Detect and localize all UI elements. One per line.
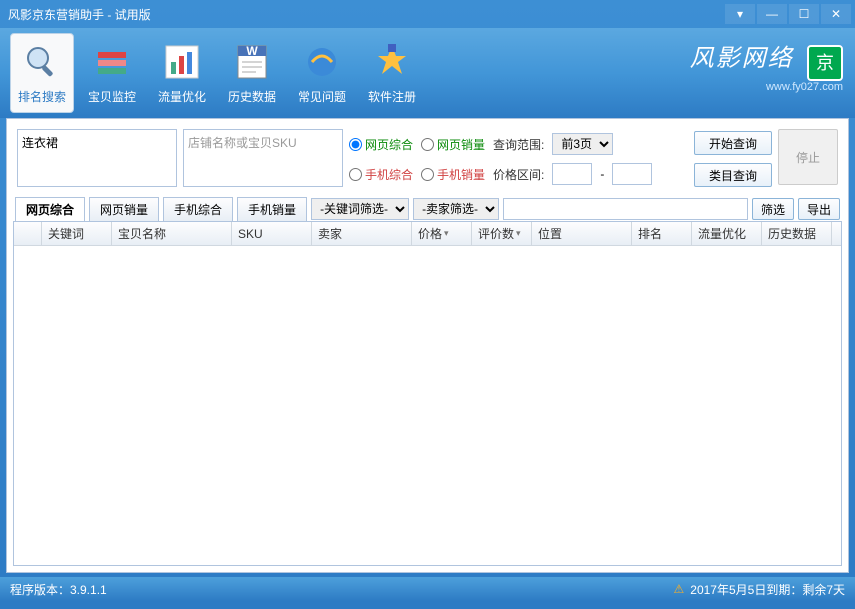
statusbar: 程序版本：3.9.1.1 ⚠ 2017年5月5日到期：剩余7天 (0, 577, 855, 601)
tab-web-comprehensive[interactable]: 网页综合 (15, 197, 85, 221)
toolbar-traffic-opt[interactable]: 流量优化 (150, 33, 214, 113)
keyword-input[interactable]: 连衣裙 (17, 129, 177, 187)
settings-dropdown-button[interactable]: ▾ (725, 4, 755, 24)
seller-filter-select[interactable]: -卖家筛选- (413, 198, 499, 220)
expiry-label: 2017年5月5日到期：剩余7天 (690, 581, 845, 598)
toolbar-label: 软件注册 (368, 88, 416, 105)
brand-name: 风影网络 (690, 45, 794, 72)
ie-icon (302, 42, 342, 82)
tab-web-sales[interactable]: 网页销量 (89, 197, 159, 221)
column-header[interactable]: 流量优化 (692, 222, 762, 245)
table-body (14, 246, 841, 565)
column-header[interactable]: 排名 (632, 222, 692, 245)
toolbar-history-data[interactable]: W 历史数据 (220, 33, 284, 113)
export-button[interactable]: 导出 (798, 198, 840, 220)
column-header[interactable]: 卖家 (312, 222, 412, 245)
magnifier-icon (22, 42, 62, 82)
maximize-button[interactable]: ☐ (789, 4, 819, 24)
filter-button[interactable]: 筛选 (752, 198, 794, 220)
filter-text-input[interactable] (503, 198, 748, 220)
result-tabs-row: 网页综合 网页销量 手机综合 手机销量 -关键词筛选- -卖家筛选- 筛选 导出 (13, 197, 842, 221)
search-options: 网页综合 网页销量 查询范围: 前3页 手机综合 手机销量 价格区间: - (349, 129, 688, 185)
minimize-button[interactable]: — (757, 4, 787, 24)
bar-chart-icon (162, 42, 202, 82)
toolbar-baby-monitor[interactable]: 宝贝监控 (80, 33, 144, 113)
column-header[interactable]: SKU (232, 222, 312, 245)
range-label: 查询范围: (493, 136, 544, 153)
toolbar-label: 宝贝监控 (88, 88, 136, 105)
range-select[interactable]: 前3页 (552, 133, 613, 155)
medal-icon (372, 42, 412, 82)
toolbar-label: 流量优化 (158, 88, 206, 105)
column-header[interactable]: 历史数据 (762, 222, 832, 245)
version-label: 程序版本：3.9.1.1 (10, 581, 107, 598)
warning-icon: ⚠ (674, 582, 685, 596)
column-header[interactable]: 位置 (532, 222, 632, 245)
tab-mobile-comprehensive[interactable]: 手机综合 (163, 197, 233, 221)
column-header[interactable]: 价格▾ (412, 222, 472, 245)
table-header-row: 关键词宝贝名称SKU卖家价格▾评价数▾位置排名流量优化历史数据 (14, 222, 841, 246)
brand-url: www.fy027.com (690, 81, 843, 93)
toolbar-rank-search[interactable]: 排名搜索 (10, 33, 74, 113)
stop-button[interactable]: 停止 (778, 129, 838, 185)
svg-text:W: W (246, 44, 258, 58)
workspace: 连衣裙 网页综合 网页销量 查询范围: 前3页 手机综合 手机销量 价格区间: … (6, 118, 849, 573)
column-header[interactable]: 评价数▾ (472, 222, 532, 245)
word-doc-icon: W (232, 42, 272, 82)
keyword-filter-select[interactable]: -关键词筛选- (311, 198, 409, 220)
price-min-input[interactable] (552, 163, 592, 185)
main-toolbar: 排名搜索 宝贝监控 流量优化 W 历史数据 常见问题 软件注册 风影网络 京 w… (0, 28, 855, 118)
toolbar-label: 历史数据 (228, 88, 276, 105)
tab-mobile-sales[interactable]: 手机销量 (237, 197, 307, 221)
column-header[interactable] (14, 222, 42, 245)
radio-mobile-sales[interactable]: 手机销量 (421, 166, 485, 183)
close-button[interactable]: ✕ (821, 4, 851, 24)
shop-sku-input[interactable] (183, 129, 343, 187)
toolbar-register[interactable]: 软件注册 (360, 33, 424, 113)
price-max-input[interactable] (612, 163, 652, 185)
radio-web-comprehensive[interactable]: 网页综合 (349, 136, 413, 153)
price-separator: - (600, 167, 604, 181)
toolbar-label: 常见问题 (298, 88, 346, 105)
window-controls: ▾ — ☐ ✕ (725, 4, 851, 24)
toolbar-label: 排名搜索 (18, 88, 66, 105)
results-table: 关键词宝贝名称SKU卖家价格▾评价数▾位置排名流量优化历史数据 (13, 221, 842, 566)
price-label: 价格区间: (493, 166, 544, 183)
action-buttons: 开始查询 类目查询 (694, 129, 772, 187)
toolbar-faq[interactable]: 常见问题 (290, 33, 354, 113)
radio-web-sales[interactable]: 网页销量 (421, 136, 485, 153)
brand-block: 风影网络 京 www.fy027.com (690, 38, 843, 93)
books-icon (92, 42, 132, 82)
search-panel: 连衣裙 网页综合 网页销量 查询范围: 前3页 手机综合 手机销量 价格区间: … (13, 125, 842, 191)
radio-mobile-comprehensive[interactable]: 手机综合 (349, 166, 413, 183)
column-header[interactable]: 宝贝名称 (112, 222, 232, 245)
column-header[interactable]: 关键词 (42, 222, 112, 245)
start-query-button[interactable]: 开始查询 (694, 131, 772, 155)
brand-badge: 京 (807, 45, 843, 81)
category-query-button[interactable]: 类目查询 (694, 163, 772, 187)
window-title: 风影京东营销助手 - 试用版 (8, 6, 151, 23)
titlebar: 风影京东营销助手 - 试用版 ▾ — ☐ ✕ (0, 0, 855, 28)
